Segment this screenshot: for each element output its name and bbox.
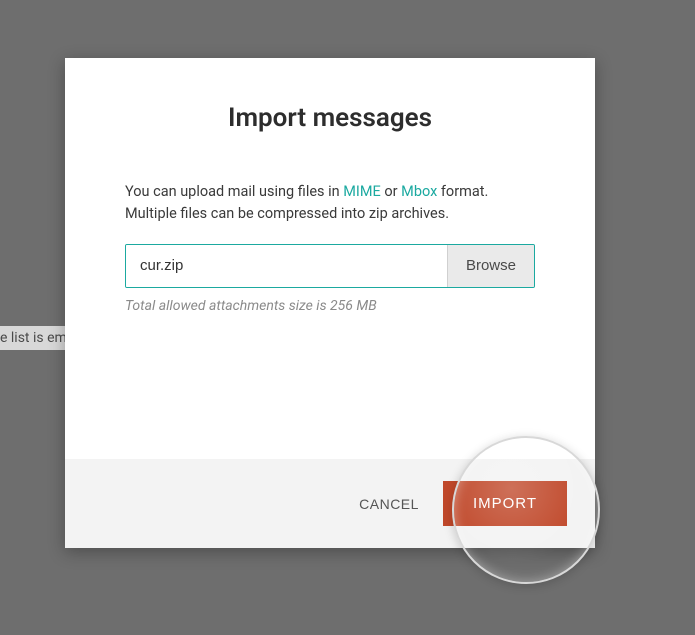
- modal-title: Import messages: [125, 103, 535, 133]
- import-messages-modal: Import messages You can upload mail usin…: [65, 58, 595, 548]
- file-input-row: Browse: [125, 244, 535, 288]
- mbox-link[interactable]: Mbox: [401, 183, 437, 200]
- upload-description: You can upload mail using files in MIME …: [125, 181, 535, 226]
- background-list-empty-text: e list is em: [0, 326, 70, 350]
- description-or: or: [381, 183, 401, 200]
- modal-body: Import messages You can upload mail usin…: [65, 58, 595, 459]
- description-prefix: You can upload mail using files in: [125, 183, 343, 200]
- browse-button[interactable]: Browse: [447, 245, 534, 287]
- file-name-input[interactable]: [126, 245, 447, 287]
- import-button[interactable]: IMPORT: [443, 481, 567, 526]
- cancel-button[interactable]: CANCEL: [351, 486, 427, 522]
- attachment-size-hint: Total allowed attachments size is 256 MB: [125, 298, 535, 314]
- modal-footer: CANCEL IMPORT: [65, 459, 595, 548]
- mime-link[interactable]: MIME: [343, 183, 381, 200]
